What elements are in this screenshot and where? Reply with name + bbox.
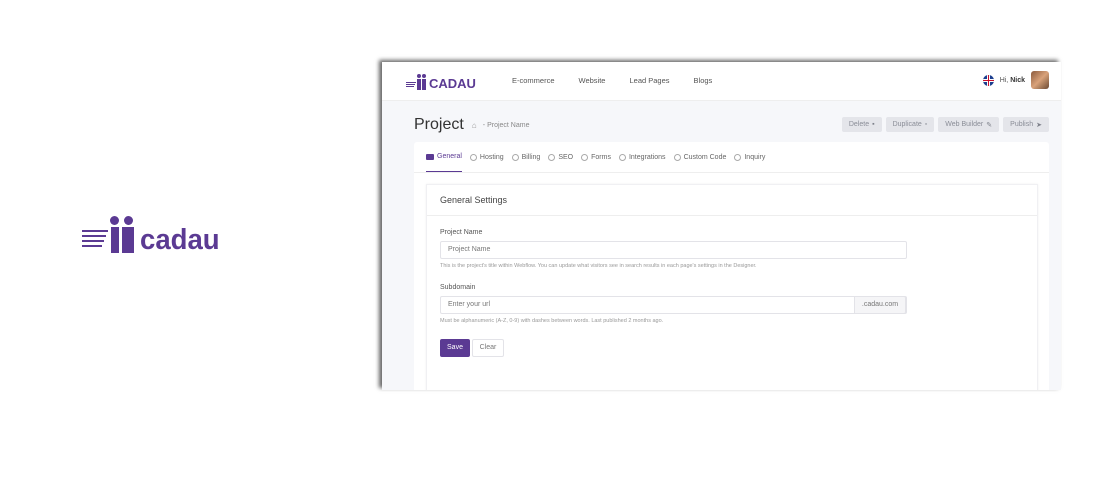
project-name-help: This is the project's title within Webfl…	[440, 263, 757, 269]
tab-general[interactable]: General	[426, 142, 462, 172]
user-greeting: Hi, Nick	[1000, 77, 1025, 84]
project-name-input[interactable]: Project Name	[440, 241, 907, 259]
navbar-logo[interactable]: CADAU	[406, 74, 476, 90]
user-area: Hi, Nick	[982, 71, 1049, 89]
nav-item-lead-pages[interactable]: Lead Pages	[629, 76, 669, 85]
globe-icon	[673, 153, 681, 161]
tab-hosting[interactable]: Hosting	[469, 142, 504, 172]
delete-button[interactable]: Delete ▪	[841, 117, 882, 132]
copy-icon: ▫	[924, 121, 928, 128]
rocket-icon: ➤	[1036, 121, 1042, 129]
logo-wordmark: cadau	[140, 224, 220, 256]
avatar[interactable]	[1031, 71, 1049, 89]
brush-icon: ✎	[986, 121, 993, 129]
app-window: CADAU E-commerce Website Lead Pages Blog…	[382, 62, 1061, 390]
page-title: Project	[414, 116, 464, 133]
delete-label: Delete	[848, 121, 870, 128]
nav-item-ecommerce[interactable]: E-commerce	[512, 76, 555, 85]
envelope-icon	[426, 153, 434, 160]
tab-custom-code[interactable]: Custom Code	[673, 142, 727, 172]
subdomain-help: Must be alphanumeric (A-Z, 0-9) with das…	[440, 318, 664, 324]
tab-bar: General Hosting Billing SEO Forms Integr…	[414, 142, 1049, 173]
uk-flag-icon[interactable]	[982, 74, 994, 86]
publish-button[interactable]: Publish ➤	[1003, 117, 1049, 132]
tab-label: General	[437, 153, 462, 160]
user-name: Nick	[1010, 76, 1025, 84]
globe-icon	[469, 153, 477, 161]
tab-label: Billing	[521, 153, 541, 161]
tab-integrations[interactable]: Integrations	[618, 142, 666, 172]
project-name-label: Project Name	[440, 229, 483, 236]
tab-billing[interactable]: Billing	[511, 142, 541, 172]
web-builder-button[interactable]: Web Builder ✎	[938, 117, 1000, 132]
tab-label: Custom Code	[683, 153, 727, 161]
tab-label: SEO	[558, 153, 574, 161]
page-actions: Delete ▪ Duplicate ▫ Web Builder ✎ Publish ➤	[841, 117, 1049, 132]
publish-label: Publish	[1010, 121, 1034, 128]
page-header: Project ⌂ - Project Name	[414, 116, 529, 134]
speed-lines-icon	[82, 230, 108, 247]
globe-icon	[734, 153, 742, 161]
logo-mark-icon	[417, 74, 426, 90]
main-nav: E-commerce Website Lead Pages Blogs	[512, 76, 712, 85]
general-settings-panel: General Settings Project Name Project Na…	[426, 184, 1038, 390]
subdomain-label: Subdomain	[440, 284, 476, 291]
home-icon[interactable]: ⌂	[472, 121, 480, 129]
globe-icon	[581, 153, 589, 161]
duplicate-button[interactable]: Duplicate ▫	[885, 117, 935, 132]
tab-label: Integrations	[628, 153, 666, 161]
tab-label: Forms	[591, 153, 611, 161]
section-heading: General Settings	[427, 185, 1037, 216]
navbar-logo-wordmark: CADAU	[429, 76, 476, 91]
brand-logo-large: cadau	[82, 216, 224, 256]
nav-item-blogs[interactable]: Blogs	[694, 76, 713, 85]
subdomain-suffix: .cadau.com	[854, 296, 906, 314]
subdomain-input[interactable]: Enter your url .cadau.com	[440, 296, 907, 314]
globe-icon	[511, 153, 519, 161]
breadcrumb[interactable]: - Project Name	[483, 122, 530, 129]
tab-forms[interactable]: Forms	[581, 142, 611, 172]
speed-lines-icon	[406, 82, 416, 87]
save-button[interactable]: Save	[440, 339, 470, 357]
clear-button[interactable]: Clear	[472, 339, 504, 357]
settings-card: General Hosting Billing SEO Forms Integr…	[414, 142, 1049, 390]
subdomain-placeholder: Enter your url	[448, 301, 491, 308]
nav-item-website[interactable]: Website	[579, 76, 606, 85]
trash-icon: ▪	[872, 121, 875, 128]
tab-seo[interactable]: SEO	[548, 142, 573, 172]
globe-icon	[548, 153, 556, 161]
duplicate-label: Duplicate	[892, 121, 922, 128]
web-builder-label: Web Builder	[945, 121, 984, 128]
tab-label: Hosting	[479, 153, 504, 161]
tab-inquiry[interactable]: Inquiry	[734, 142, 765, 172]
logo-mark-icon	[110, 216, 134, 253]
globe-icon	[618, 153, 626, 161]
top-navbar: CADAU E-commerce Website Lead Pages Blog…	[382, 62, 1061, 101]
tab-label: Inquiry	[744, 153, 766, 161]
greeting-text: Hi,	[999, 76, 1009, 84]
